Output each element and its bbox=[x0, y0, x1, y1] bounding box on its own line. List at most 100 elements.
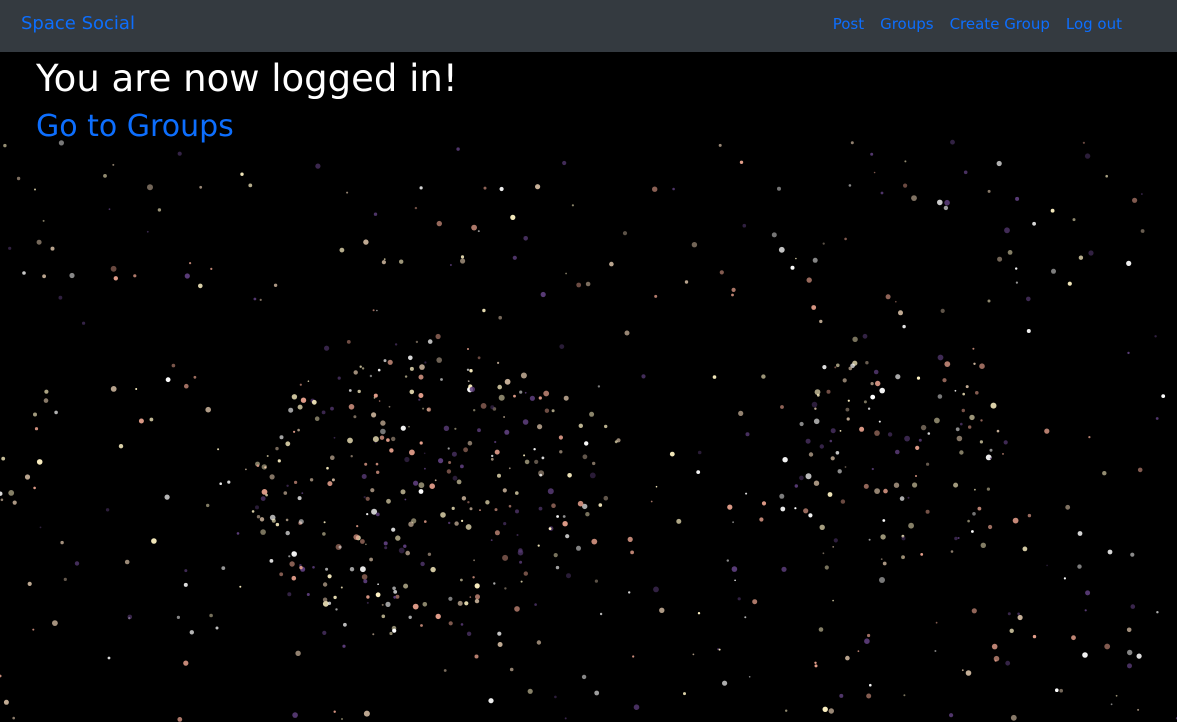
star bbox=[42, 219, 45, 222]
star bbox=[571, 204, 575, 207]
star bbox=[1126, 627, 1132, 633]
star bbox=[176, 615, 180, 620]
star bbox=[392, 586, 396, 591]
star bbox=[184, 569, 188, 573]
star bbox=[875, 380, 881, 387]
star bbox=[1126, 260, 1132, 266]
nav-link-log-out[interactable]: Log out bbox=[1066, 15, 1122, 33]
star bbox=[271, 518, 276, 523]
nav-link-groups[interactable]: Groups bbox=[880, 15, 933, 33]
star bbox=[520, 580, 523, 583]
nav-link-create-group[interactable]: Create Group bbox=[950, 15, 1050, 33]
star bbox=[1132, 197, 1138, 203]
brand-link[interactable]: Space Social bbox=[21, 13, 135, 34]
star bbox=[819, 319, 823, 324]
star bbox=[3, 143, 7, 148]
star bbox=[916, 376, 921, 380]
star bbox=[400, 489, 406, 495]
star bbox=[565, 272, 567, 275]
star bbox=[857, 650, 860, 653]
nav-link-post[interactable]: Post bbox=[833, 15, 864, 33]
star bbox=[283, 491, 288, 495]
star bbox=[1161, 394, 1166, 398]
star bbox=[110, 386, 117, 392]
star bbox=[353, 370, 358, 375]
star bbox=[537, 544, 540, 547]
star bbox=[133, 274, 137, 278]
star bbox=[865, 361, 869, 365]
star bbox=[460, 578, 463, 582]
star bbox=[497, 361, 500, 364]
star bbox=[236, 532, 240, 535]
star bbox=[333, 436, 336, 439]
star bbox=[518, 548, 523, 553]
star bbox=[1072, 218, 1076, 222]
star bbox=[177, 717, 183, 722]
star bbox=[794, 484, 798, 488]
star bbox=[965, 385, 969, 389]
star bbox=[534, 603, 537, 606]
star bbox=[461, 496, 467, 501]
star bbox=[842, 378, 847, 383]
star bbox=[718, 648, 721, 651]
star bbox=[748, 676, 751, 678]
star bbox=[298, 519, 304, 525]
star bbox=[1104, 643, 1111, 650]
star bbox=[171, 363, 176, 368]
go-to-groups-link[interactable]: Go to Groups bbox=[36, 108, 234, 146]
star bbox=[491, 454, 494, 458]
star bbox=[398, 547, 405, 554]
star bbox=[734, 579, 736, 582]
star bbox=[609, 261, 614, 267]
star bbox=[60, 540, 64, 545]
star bbox=[577, 500, 584, 507]
star bbox=[882, 519, 886, 522]
star bbox=[297, 496, 302, 501]
star bbox=[956, 435, 963, 442]
star bbox=[515, 509, 519, 514]
star bbox=[519, 560, 523, 564]
star bbox=[323, 521, 326, 524]
star bbox=[463, 447, 468, 453]
star bbox=[524, 391, 527, 394]
star bbox=[1137, 708, 1140, 711]
star bbox=[697, 612, 701, 615]
star bbox=[980, 542, 986, 548]
star bbox=[395, 535, 401, 541]
star bbox=[731, 293, 734, 297]
star bbox=[404, 375, 408, 378]
star bbox=[285, 518, 289, 522]
star bbox=[604, 424, 608, 429]
star bbox=[961, 408, 965, 413]
star bbox=[828, 708, 834, 714]
star bbox=[883, 488, 888, 494]
star bbox=[460, 258, 466, 264]
star bbox=[578, 423, 583, 428]
star bbox=[873, 171, 876, 174]
star bbox=[650, 500, 653, 503]
star bbox=[548, 527, 552, 530]
star bbox=[509, 667, 514, 672]
star bbox=[0, 498, 4, 502]
star bbox=[333, 595, 337, 600]
star bbox=[112, 163, 115, 166]
star bbox=[376, 309, 378, 312]
star bbox=[502, 488, 507, 493]
star bbox=[1009, 628, 1014, 633]
star bbox=[418, 374, 424, 380]
star bbox=[1127, 649, 1133, 656]
star bbox=[1015, 281, 1019, 284]
star bbox=[867, 633, 871, 638]
star bbox=[391, 527, 396, 532]
star bbox=[742, 223, 747, 228]
star bbox=[937, 394, 943, 399]
star bbox=[1102, 471, 1107, 476]
star bbox=[322, 532, 326, 536]
star bbox=[539, 473, 543, 477]
star bbox=[306, 593, 310, 596]
star bbox=[1032, 221, 1036, 226]
star bbox=[16, 176, 21, 181]
star bbox=[844, 466, 847, 468]
star bbox=[465, 524, 472, 530]
star bbox=[985, 454, 992, 461]
